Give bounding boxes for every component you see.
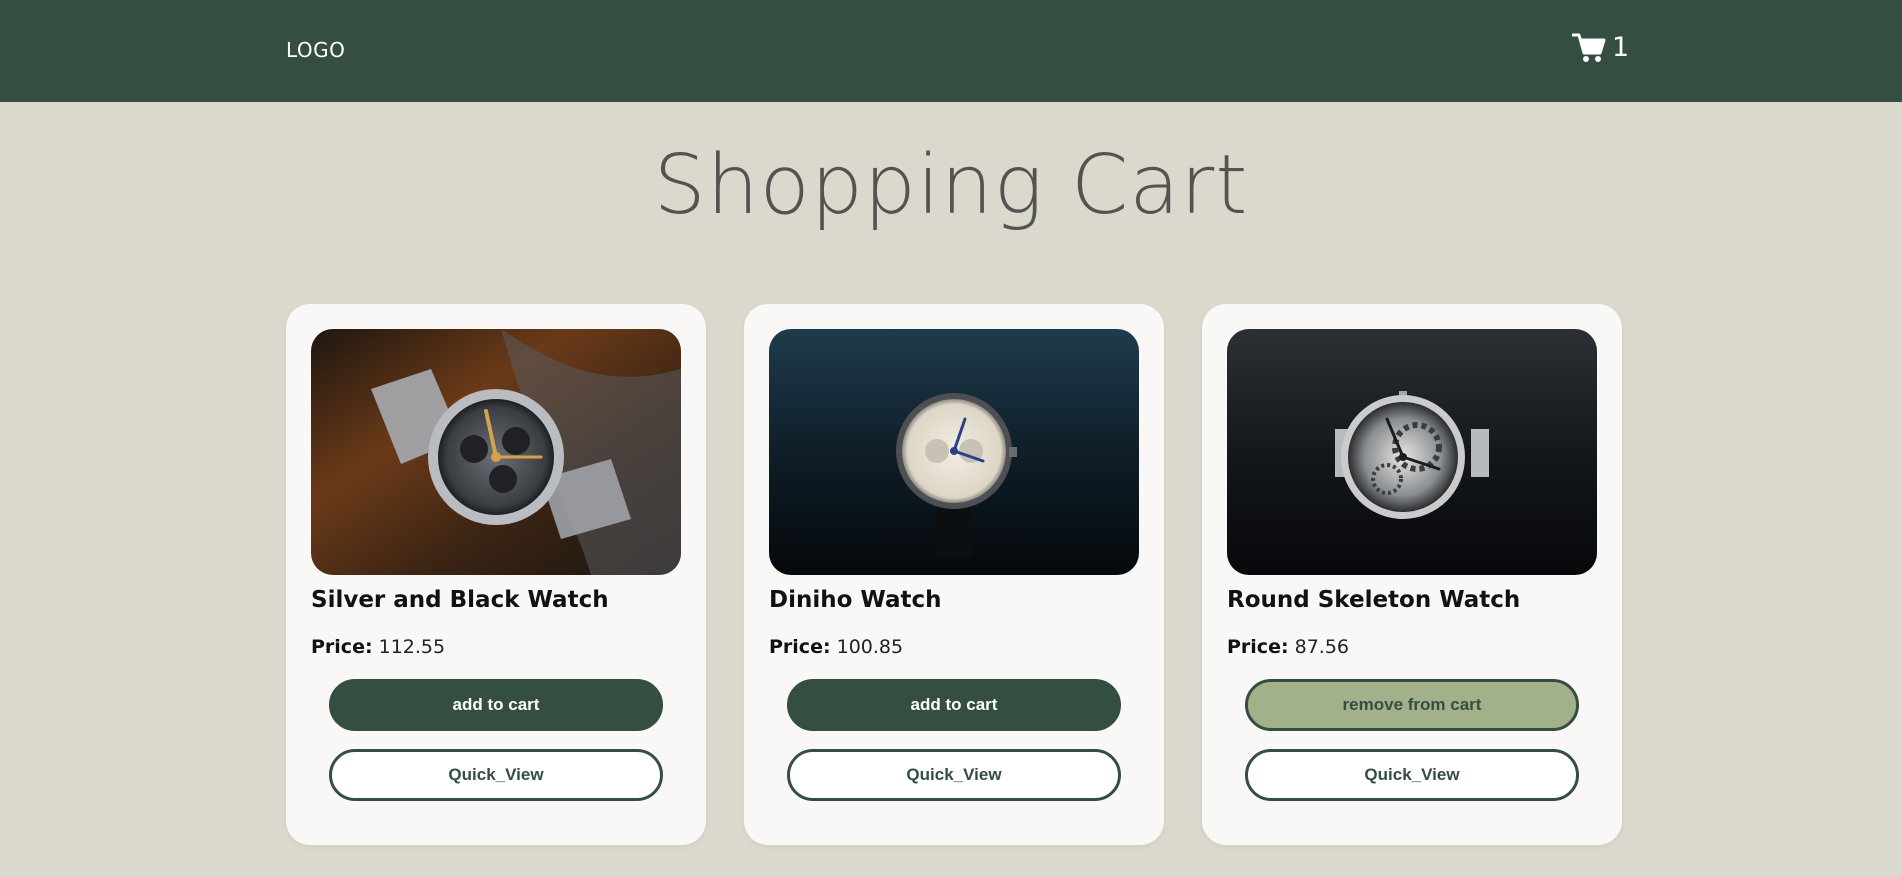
product-price: Price: 87.56: [1227, 636, 1350, 658]
product-card: Round Skeleton Watch Price: 87.56 remove…: [1202, 304, 1622, 845]
product-name: Diniho Watch: [769, 587, 942, 613]
product-price: Price: 112.55: [311, 636, 446, 658]
page-title: Shopping Cart: [653, 138, 1249, 233]
quick-view-button[interactable]: Quick_View: [329, 749, 663, 801]
cart-button[interactable]: 1: [1572, 30, 1629, 66]
add-to-cart-button[interactable]: add to cart: [329, 679, 663, 731]
top-navbar: LOGO 1: [0, 0, 1902, 102]
product-image[interactable]: [769, 329, 1139, 575]
quick-view-button[interactable]: Quick_View: [1245, 749, 1579, 801]
cart-icon: [1572, 32, 1606, 64]
product-image[interactable]: [311, 329, 681, 575]
quick-view-button[interactable]: Quick_View: [787, 749, 1121, 801]
cart-count-badge: 1: [1612, 32, 1630, 63]
add-to-cart-button[interactable]: add to cart: [787, 679, 1121, 731]
product-card: Diniho Watch Price: 100.85 add to cart Q…: [744, 304, 1164, 845]
product-price: Price: 100.85: [769, 636, 904, 658]
product-name: Round Skeleton Watch: [1227, 587, 1521, 613]
product-name: Silver and Black Watch: [311, 587, 609, 613]
product-card: Silver and Black Watch Price: 112.55 add…: [286, 304, 706, 845]
remove-from-cart-button[interactable]: remove from cart: [1245, 679, 1579, 731]
product-image[interactable]: [1227, 329, 1597, 575]
logo[interactable]: LOGO: [286, 38, 345, 62]
